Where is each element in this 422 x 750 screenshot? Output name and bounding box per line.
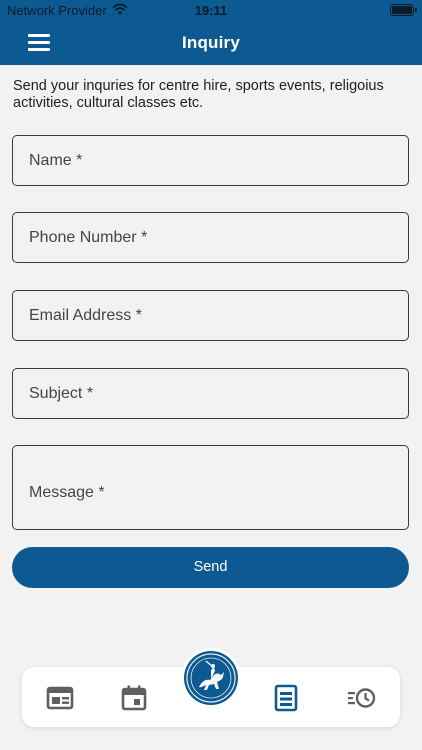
subject-field[interactable]: Subject *: [12, 368, 409, 419]
email-field[interactable]: Email Address *: [12, 290, 409, 341]
tab-calendar[interactable]: [119, 684, 149, 712]
history-icon: [348, 688, 376, 708]
news-icon: [46, 686, 74, 710]
page-title: Inquiry: [181, 33, 241, 52]
tab-news[interactable]: [45, 684, 75, 712]
tab-history[interactable]: [347, 684, 377, 712]
phone-field[interactable]: Phone Number *: [12, 212, 409, 263]
clock: 19:11: [194, 3, 228, 18]
message-placeholder: Message *: [29, 484, 105, 501]
horse-rider-emblem-icon: [186, 653, 236, 703]
message-field[interactable]: Message *: [12, 445, 409, 530]
inquiry-form-icon: [274, 684, 298, 712]
tab-home-logo[interactable]: [181, 648, 241, 708]
send-button[interactable]: Send: [12, 547, 409, 588]
name-placeholder: Name *: [29, 152, 83, 169]
subject-placeholder: Subject *: [29, 385, 94, 402]
email-placeholder: Email Address *: [29, 307, 142, 324]
calendar-icon: [121, 685, 147, 711]
name-field[interactable]: Name *: [12, 135, 409, 186]
app-bar: Inquiry: [0, 21, 422, 65]
battery-icon: [390, 4, 417, 16]
phone-placeholder: Phone Number *: [29, 229, 148, 246]
intro-text: Send your inquries for centre hire, spor…: [13, 78, 384, 111]
tab-inquiry[interactable]: [271, 684, 301, 712]
status-bar: Network Provider 19:11: [0, 0, 422, 21]
